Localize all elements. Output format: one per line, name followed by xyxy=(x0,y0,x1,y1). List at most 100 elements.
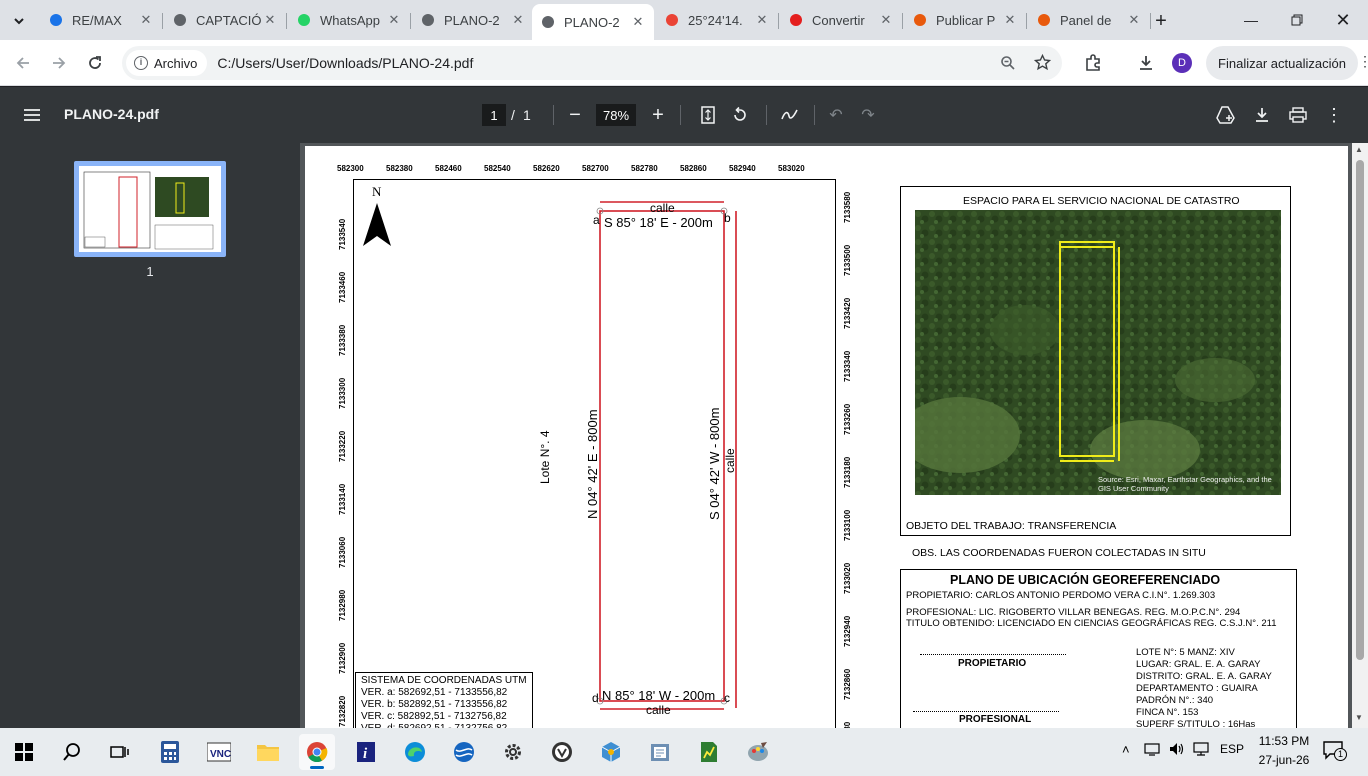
calculator-app[interactable] xyxy=(152,734,188,770)
tab-close-icon[interactable]: ✕ xyxy=(386,12,402,28)
document-app[interactable] xyxy=(642,734,678,770)
network-app[interactable] xyxy=(446,734,482,770)
address-bar[interactable]: i Archivo C:/Users/User/Downloads/PLANO-… xyxy=(122,46,1062,80)
scroll-down-arrow[interactable]: ▼ xyxy=(1355,713,1363,722)
page-number-input[interactable]: 1 xyxy=(482,104,506,126)
zoom-in-button[interactable]: + xyxy=(645,101,671,129)
volume-icon[interactable] xyxy=(1169,742,1185,759)
download-pdf-button[interactable] xyxy=(1248,101,1276,129)
y-coordinate-label: 7133260 xyxy=(843,403,852,435)
scroll-up-arrow[interactable]: ▲ xyxy=(1355,145,1363,154)
lot-detail-line: DEPARTAMENTO : GUAIRA xyxy=(1136,683,1258,694)
vertex-d-label: d xyxy=(592,691,599,705)
game-app[interactable] xyxy=(544,734,580,770)
forward-button[interactable] xyxy=(44,48,74,78)
minimize-button[interactable]: — xyxy=(1228,0,1274,40)
browser-tab[interactable]: 25°24'14. ✕ xyxy=(656,4,779,36)
browser-tab[interactable]: Panel de ✕ xyxy=(1028,4,1151,36)
page-thumbnail[interactable] xyxy=(74,161,226,257)
zoom-icon[interactable] xyxy=(1000,55,1016,74)
vnc-app[interactable]: VNC xyxy=(201,734,237,770)
zoom-input[interactable]: 78% xyxy=(596,104,636,126)
spreadsheet-app[interactable] xyxy=(691,734,727,770)
browser-tab[interactable]: WhatsApp ✕ xyxy=(288,4,411,36)
notification-button[interactable]: 1 xyxy=(1322,740,1347,764)
vertical-scrollbar[interactable]: ▲ ▼ xyxy=(1352,143,1368,728)
tab-close-icon[interactable]: ✕ xyxy=(754,12,770,28)
house-icon xyxy=(912,12,928,28)
annotate-button[interactable] xyxy=(776,101,804,129)
display-icon[interactable] xyxy=(1193,742,1209,759)
restore-button[interactable] xyxy=(1274,0,1320,40)
globe-app-icon xyxy=(454,742,474,762)
browser-tab[interactable]: PLANO-2 ✕ xyxy=(412,4,534,36)
settings-app[interactable] xyxy=(495,734,531,770)
tab-close-icon[interactable]: ✕ xyxy=(878,12,894,28)
tab-close-icon[interactable]: ✕ xyxy=(510,12,526,28)
y-coordinate-label: 7133100 xyxy=(843,509,852,541)
bookmark-star-icon[interactable] xyxy=(1033,53,1052,74)
zoom-out-button[interactable]: − xyxy=(562,101,588,129)
cube-app[interactable] xyxy=(593,734,629,770)
undo-button[interactable]: ↶ xyxy=(822,101,850,129)
show-hidden-icons[interactable]: ˄ xyxy=(1122,742,1130,757)
start-button[interactable] xyxy=(6,734,42,770)
update-button[interactable]: Finalizar actualización xyxy=(1206,46,1358,80)
search-button[interactable] xyxy=(54,734,90,770)
y-coordinate-label: 7133580 xyxy=(843,191,852,223)
downloads-button[interactable] xyxy=(1131,48,1161,78)
task-view-icon xyxy=(110,746,129,758)
site-info-chip[interactable]: i Archivo xyxy=(126,50,208,76)
pdf-viewer[interactable]: 582300 582380 582460 582540 582620 582700 5827… xyxy=(300,143,1368,728)
back-button[interactable] xyxy=(8,48,38,78)
file-explorer-app[interactable] xyxy=(250,734,286,770)
extensions-button[interactable] xyxy=(1078,48,1108,78)
separator xyxy=(766,105,767,125)
close-window-button[interactable]: ✕ xyxy=(1320,0,1366,40)
more-options-button[interactable]: ⋮ xyxy=(1320,101,1348,129)
redo-button[interactable]: ↷ xyxy=(854,101,882,129)
y-coordinate-label: 7133540 xyxy=(338,218,347,250)
y-coordinate-label: 7133060 xyxy=(338,536,347,568)
browser-tab[interactable]: Publicar P ✕ xyxy=(904,4,1027,36)
pdf-page: 582300 582380 582460 582540 582620 582700 5827… xyxy=(305,146,1348,728)
edge-app[interactable] xyxy=(397,734,433,770)
browser-tab[interactable]: PLANO-2 ✕ xyxy=(532,4,654,40)
chrome-app[interactable] xyxy=(299,734,335,770)
profile-avatar[interactable]: D xyxy=(1172,53,1192,73)
network-icon[interactable] xyxy=(1144,742,1160,759)
tab-title: RE/MAX xyxy=(72,12,122,28)
tab-close-icon[interactable]: ✕ xyxy=(138,12,154,28)
pdf-menu-button[interactable] xyxy=(18,101,46,129)
west-side-label: N 04° 42' E - 800m xyxy=(585,409,600,519)
hamburger-icon xyxy=(24,109,40,121)
y-coordinate-label: 7133300 xyxy=(338,377,347,409)
chevron-down-icon xyxy=(14,18,24,25)
new-tab-button[interactable]: + xyxy=(1148,8,1174,34)
tab-search-button[interactable] xyxy=(6,8,32,34)
tab-close-icon[interactable]: ✕ xyxy=(1002,12,1018,28)
scrollbar-thumb[interactable] xyxy=(1356,160,1364,660)
save-to-drive-button[interactable] xyxy=(1212,101,1240,129)
tab-close-icon[interactable]: ✕ xyxy=(630,14,646,30)
system-clock[interactable]: 11:53 PM 27-jun-26 xyxy=(1248,732,1320,770)
task-view-button[interactable] xyxy=(101,734,137,770)
reload-button[interactable] xyxy=(80,48,110,78)
browser-tab[interactable]: CAPTACIÓ ✕ xyxy=(164,4,287,36)
tab-close-icon[interactable]: ✕ xyxy=(1126,12,1142,28)
paint-app[interactable] xyxy=(740,734,776,770)
rotate-button[interactable] xyxy=(726,101,754,129)
y-coordinate-label: 7133460 xyxy=(338,271,347,303)
fit-page-button[interactable] xyxy=(694,101,722,129)
y-coordinate-label: 7133380 xyxy=(338,324,347,356)
x-coordinate-label: 583020 xyxy=(778,164,805,173)
info-app[interactable]: i xyxy=(348,734,384,770)
browser-menu-button[interactable]: ⋮ xyxy=(1358,53,1368,70)
url-text[interactable]: C:/Users/User/Downloads/PLANO-24.pdf xyxy=(217,55,473,71)
print-button[interactable] xyxy=(1284,101,1312,129)
street-bottom-label: calle xyxy=(646,703,671,717)
browser-tab[interactable]: Convertir ✕ xyxy=(780,4,903,36)
tab-close-icon[interactable]: ✕ xyxy=(262,12,278,28)
language-indicator[interactable]: ESP xyxy=(1220,742,1244,756)
browser-tab[interactable]: RE/MAX ✕ xyxy=(40,4,163,36)
